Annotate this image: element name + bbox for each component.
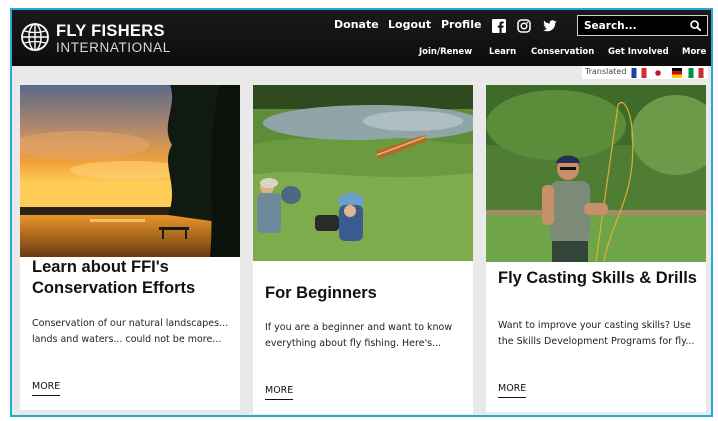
nav-conservation[interactable]: Conservation [531, 47, 594, 57]
card-title[interactable]: Fly Casting Skills & Drills [498, 268, 698, 289]
facebook-icon[interactable] [492, 19, 506, 33]
search-icon[interactable] [690, 20, 701, 31]
logout-link[interactable]: Logout [388, 18, 431, 31]
more-link[interactable]: MORE [32, 381, 61, 396]
search-box[interactable] [577, 15, 708, 36]
profile-link[interactable]: Profile [441, 18, 481, 31]
site-header: FLY FISHERS INTERNATIONAL Donate Logout … [12, 10, 711, 66]
beginners-fishing-image[interactable] [253, 85, 473, 261]
france-flag-icon[interactable] [631, 68, 647, 78]
search-input[interactable] [584, 18, 684, 33]
card-casting[interactable]: Fly Casting Skills & Drills Want to impr… [486, 85, 706, 412]
sunset-lake-image[interactable] [20, 85, 240, 257]
donate-link[interactable]: Donate [334, 18, 379, 31]
translate-widget: Translated [582, 66, 708, 79]
more-link[interactable]: MORE [498, 383, 527, 398]
brand-subtitle[interactable]: INTERNATIONAL [56, 40, 171, 55]
browser-viewport: FLY FISHERS INTERNATIONAL Donate Logout … [10, 8, 713, 417]
nav-learn[interactable]: Learn [489, 47, 516, 57]
japan-flag-icon[interactable] [650, 68, 666, 78]
card-description: If you are a beginner and want to know e… [265, 322, 453, 349]
germany-flag-icon[interactable] [669, 68, 685, 78]
card-description: Conservation of our natural landscapes..… [32, 318, 229, 345]
more-link[interactable]: MORE [265, 385, 294, 400]
card-description: Want to improve your casting skills? Use… [498, 320, 695, 347]
twitter-icon[interactable] [543, 19, 557, 33]
translated-label: Translated [585, 67, 627, 76]
globe-logo-icon[interactable] [20, 22, 50, 52]
card-title[interactable]: For Beginners [265, 283, 465, 304]
nav-more[interactable]: More [682, 47, 706, 57]
brand-name[interactable]: FLY FISHERS [56, 22, 165, 41]
card-title[interactable]: Learn about FFI's Conservation Efforts [32, 257, 232, 299]
fly-casting-image[interactable] [486, 85, 706, 262]
card-conservation[interactable]: Learn about FFI's Conservation Efforts C… [20, 85, 240, 410]
nav-get-involved[interactable]: Get Involved [608, 47, 669, 57]
italy-flag-icon[interactable] [688, 68, 704, 78]
instagram-icon[interactable] [517, 19, 531, 33]
nav-join-renew[interactable]: Join/Renew [419, 47, 472, 57]
card-beginners[interactable]: For Beginners If you are a beginner and … [253, 85, 473, 414]
